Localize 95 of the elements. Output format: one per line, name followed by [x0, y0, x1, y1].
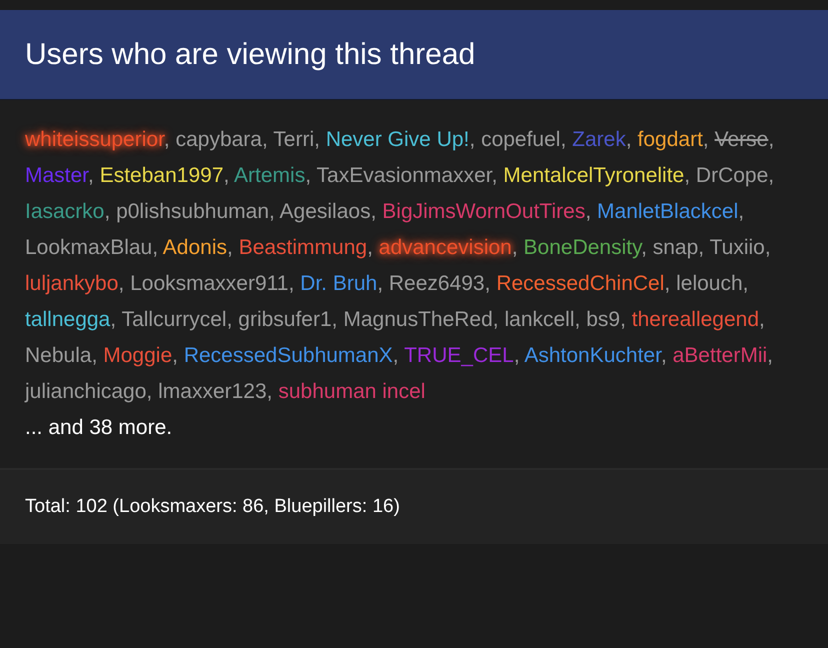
- username-link[interactable]: MentalcelTyronelite: [503, 164, 684, 187]
- block-title: Users who are viewing this thread: [25, 38, 476, 72]
- username-link[interactable]: Esteban1997: [100, 164, 224, 187]
- comma-separator: ,: [288, 272, 294, 295]
- username-link[interactable]: LookmaxBlau: [25, 236, 152, 259]
- username-link[interactable]: BoneDensity: [524, 236, 642, 259]
- username-link[interactable]: Moggie: [103, 344, 172, 367]
- total-count-text: Total: 102 (Looksmaxers: 86, Bluepillers: 16): [25, 496, 400, 518]
- username-link[interactable]: MagnusTheRed: [343, 308, 493, 331]
- username-link[interactable]: Verse: [714, 128, 768, 151]
- username-link[interactable]: bs9: [586, 308, 620, 331]
- comma-separator: ,: [164, 128, 170, 151]
- comma-separator: ,: [560, 128, 566, 151]
- comma-separator: ,: [152, 236, 158, 259]
- username-link[interactable]: fogdart: [638, 128, 703, 151]
- comma-separator: ,: [172, 344, 178, 367]
- username-link[interactable]: Nebula: [25, 344, 92, 367]
- comma-separator: ,: [702, 128, 709, 151]
- comma-separator: ,: [370, 200, 376, 223]
- username-link[interactable]: Adonis: [162, 236, 227, 259]
- username-link[interactable]: Tuxiio: [710, 236, 765, 259]
- comma-separator: ,: [377, 272, 384, 295]
- comma-separator: ,: [492, 308, 499, 331]
- username-link[interactable]: DrCope: [696, 164, 768, 187]
- comma-separator: ,: [768, 164, 774, 187]
- comma-separator: ,: [641, 236, 647, 259]
- comma-separator: ,: [226, 308, 232, 331]
- username-link[interactable]: tallnegga: [25, 308, 110, 331]
- username-link[interactable]: capybara: [176, 128, 262, 151]
- comma-separator: ,: [314, 128, 320, 151]
- comma-separator: ,: [110, 308, 116, 331]
- username-link[interactable]: luljankybo: [25, 272, 118, 295]
- comma-separator: ,: [367, 236, 373, 259]
- comma-separator: ,: [266, 380, 273, 403]
- username-link[interactable]: lmaxxer123: [158, 380, 267, 403]
- username-link[interactable]: snap: [652, 236, 698, 259]
- comma-separator: ,: [88, 164, 94, 187]
- comma-separator: ,: [698, 236, 704, 259]
- username-link[interactable]: whiteissuperior: [25, 128, 164, 151]
- comma-separator: ,: [305, 164, 312, 187]
- comma-separator: ,: [392, 344, 399, 367]
- comma-separator: ,: [492, 164, 498, 187]
- username-link[interactable]: subhuman incel: [278, 380, 426, 403]
- comma-separator: ,: [92, 344, 98, 367]
- username-link[interactable]: BigJimsWornOutTires: [382, 200, 586, 223]
- comma-separator: ,: [227, 236, 233, 259]
- username-link[interactable]: advancevision: [378, 236, 512, 259]
- username-link[interactable]: gribsufer1: [238, 308, 332, 331]
- username-link[interactable]: lelouch: [676, 272, 743, 295]
- username-link[interactable]: Beastimmung: [238, 236, 368, 259]
- comma-separator: ,: [269, 200, 275, 223]
- comma-separator: ,: [514, 344, 520, 367]
- username-link[interactable]: Looksmaxxer911: [130, 272, 288, 295]
- comma-separator: ,: [262, 128, 268, 151]
- username-link[interactable]: copefuel: [481, 128, 560, 151]
- comma-separator: ,: [574, 308, 580, 331]
- username-link[interactable]: Iasacrko: [25, 200, 104, 223]
- username-link[interactable]: lankcell: [504, 308, 575, 331]
- username-link[interactable]: RecessedChinCel: [496, 272, 664, 295]
- comma-separator: ,: [738, 200, 744, 223]
- username-link[interactable]: AshtonKuchter: [524, 344, 661, 367]
- username-link[interactable]: Tallcurrycel: [122, 308, 227, 331]
- comma-separator: ,: [768, 128, 774, 151]
- comma-separator: ,: [664, 272, 670, 295]
- username-link[interactable]: aBetterMii: [672, 344, 768, 367]
- username-link[interactable]: p0lishsubhuman: [116, 200, 269, 223]
- comma-separator: ,: [512, 236, 518, 259]
- comma-separator: ,: [469, 128, 476, 151]
- comma-separator: ,: [146, 380, 152, 403]
- username-link[interactable]: TaxEvasionmaxxer: [316, 164, 492, 187]
- comma-separator: ,: [484, 272, 490, 295]
- comma-separator: ,: [764, 236, 771, 259]
- comma-separator: ,: [626, 128, 632, 151]
- username-link[interactable]: thereallegend: [632, 308, 760, 331]
- comma-separator: ,: [118, 272, 124, 295]
- comma-separator: ,: [660, 344, 667, 367]
- username-link[interactable]: RecessedSubhumanX: [184, 344, 393, 367]
- username-link[interactable]: Reez6493: [388, 272, 485, 295]
- comma-separator: ,: [759, 308, 765, 331]
- username-link[interactable]: Agesilaos: [280, 200, 371, 223]
- username-link[interactable]: Never Give Up!: [326, 128, 470, 151]
- username-link[interactable]: Terri: [273, 128, 314, 151]
- more-users-text: ... and 38 more.: [25, 415, 174, 441]
- comma-separator: ,: [684, 164, 690, 187]
- comma-separator: ,: [620, 308, 626, 331]
- comma-separator: ,: [585, 200, 592, 223]
- username-link[interactable]: Artemis: [234, 164, 306, 187]
- comma-separator: ,: [104, 200, 110, 223]
- comma-separator: ,: [767, 344, 773, 367]
- username-link[interactable]: julianchicago: [25, 380, 146, 403]
- username-link[interactable]: Dr. Bruh: [300, 272, 378, 295]
- comma-separator: ,: [224, 164, 230, 187]
- comma-separator: ,: [332, 308, 338, 331]
- username-link[interactable]: ManletBlackcel: [597, 200, 738, 223]
- comma-separator: ,: [742, 272, 748, 295]
